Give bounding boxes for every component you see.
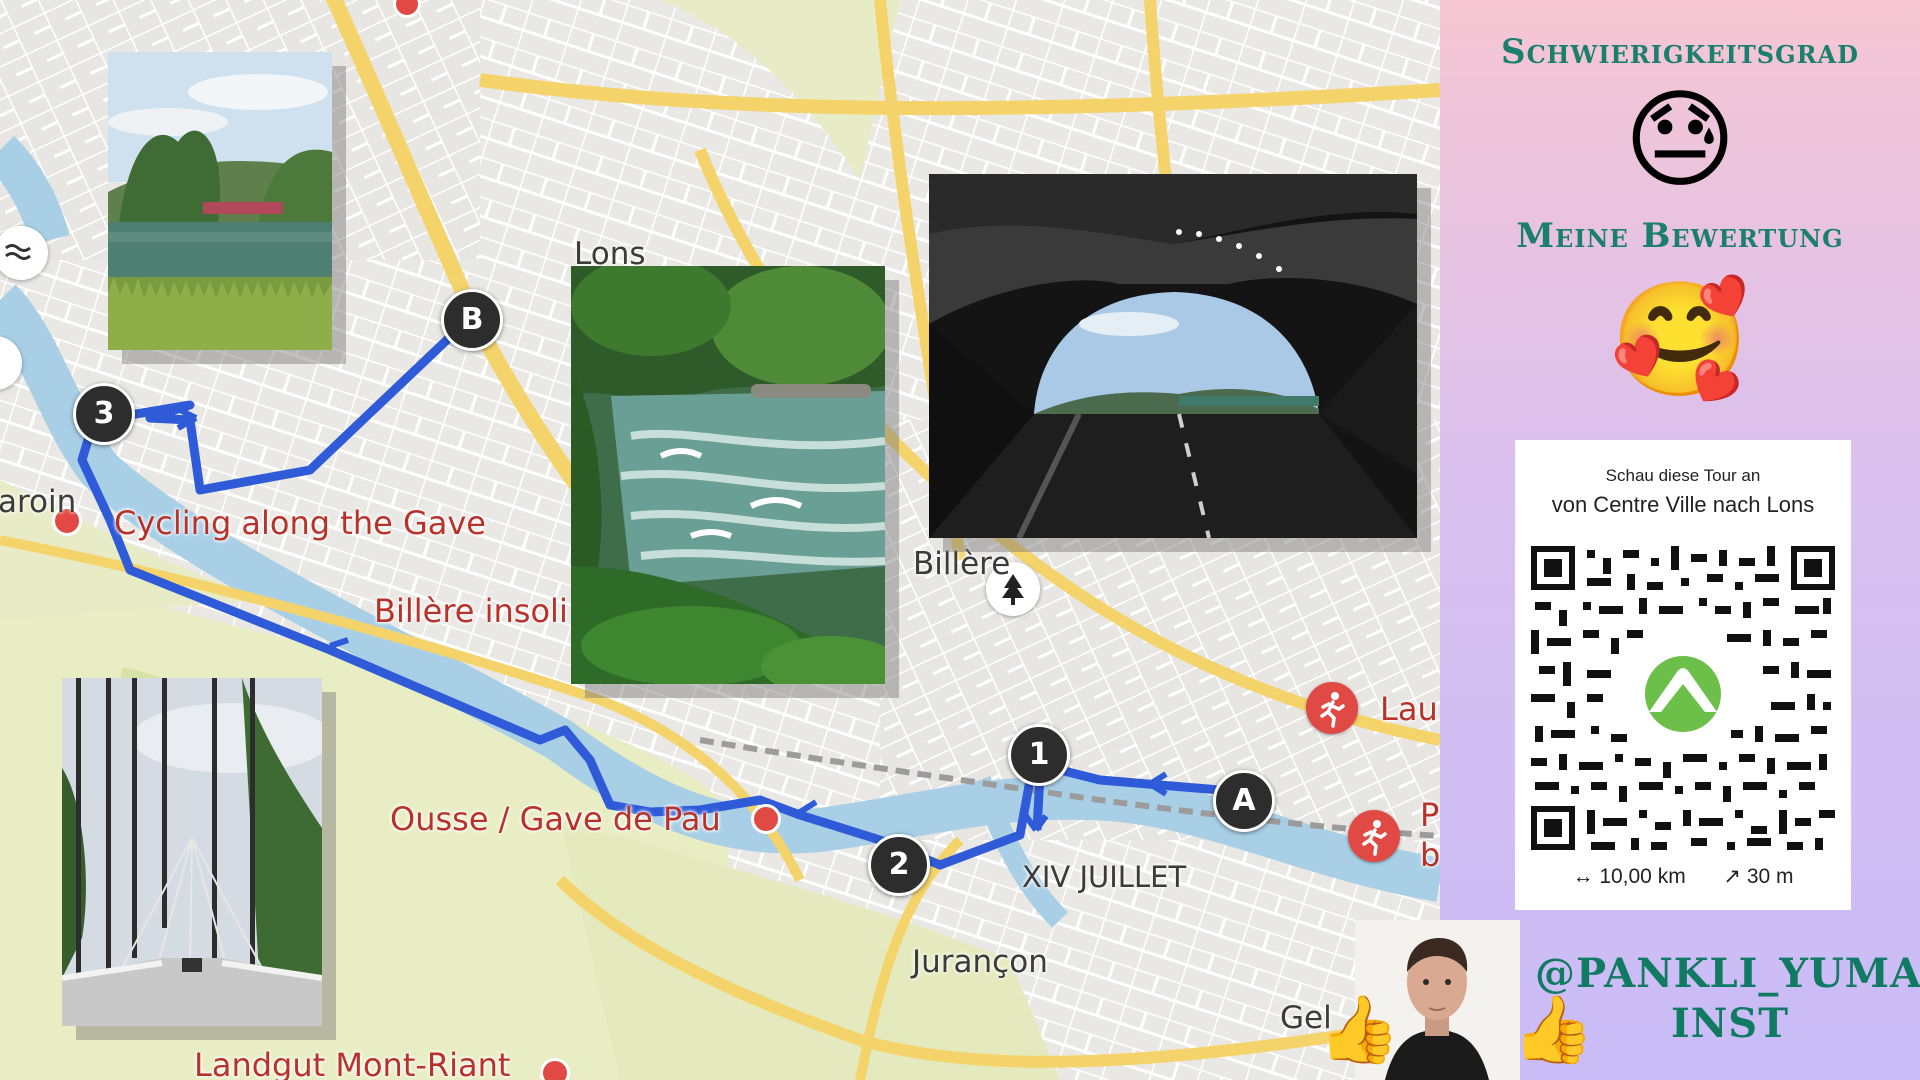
place-label-jurancon: Jurançon: [912, 944, 1048, 980]
rating-emoji-icon: 🥰: [1610, 275, 1750, 405]
tour-title: von Centre Ville nach Lons: [1551, 492, 1815, 517]
poi-label-cycling[interactable]: Cycling along the Gave: [114, 504, 486, 542]
runner-icon[interactable]: [1348, 810, 1400, 862]
rating-heading: Meine Bewertung: [1516, 216, 1844, 256]
qr-code[interactable]: [1531, 546, 1835, 850]
place-label-billere: Billère: [913, 546, 1011, 582]
waypoint-3-marker[interactable]: 3: [73, 383, 135, 445]
poi-label-lau[interactable]: Lau: [1380, 690, 1438, 728]
qr-intro-text: Schau diese Tour an: [1605, 466, 1761, 485]
lake-photo: [108, 52, 332, 350]
route-end-marker[interactable]: B: [441, 289, 503, 351]
poi-label-b[interactable]: b: [1420, 836, 1440, 874]
poi-label-p[interactable]: P: [1420, 796, 1439, 834]
distance-icon: ↔: [1572, 865, 1594, 888]
qr-card[interactable]: Schau diese Tour an von Centre Ville nac…: [1515, 440, 1851, 910]
river-rapids-photo: [571, 266, 885, 684]
elevation-value: 30 m: [1746, 865, 1794, 888]
distance-value: 10,00 km: [1599, 865, 1686, 888]
info-sidebar: Schwierigkeitsgrad 😓 Meine Bewertung 🥰 S…: [1440, 0, 1920, 1080]
elevation-icon: ↗: [1723, 865, 1741, 888]
poi-label-billere-insolite[interactable]: Billère insoli: [374, 592, 568, 630]
thumbs-up-left-icon: 👍: [1318, 991, 1401, 1068]
komoot-logo-icon: [1645, 656, 1721, 732]
poi-pin-icon[interactable]: [751, 804, 781, 834]
poi-pin-icon[interactable]: [540, 1058, 570, 1080]
suspension-bridge-photo: [62, 678, 322, 1026]
route-map[interactable]: B A 1 2 3 Lons Billère XIV JUILLET Juran…: [0, 0, 1440, 1080]
route-start-marker[interactable]: A: [1213, 770, 1275, 832]
poi-label-landgut[interactable]: Landgut Mont-Riant: [194, 1046, 510, 1080]
tour-stats: ↔ 10,00 km ↗ 30 m: [1515, 864, 1851, 889]
river-icon[interactable]: [0, 226, 48, 280]
difficulty-emoji-icon: 😓: [1623, 78, 1737, 203]
runner-icon[interactable]: [1306, 682, 1358, 734]
waypoint-2-marker[interactable]: 2: [868, 834, 930, 896]
place-label-laroin: aroin: [0, 484, 77, 520]
place-label-xiv-juillet: XIV JUILLET: [1022, 860, 1187, 894]
poi-label-ousse[interactable]: Ousse / Gave de Pau: [390, 800, 721, 838]
thumbs-up-right-icon: 👍: [1512, 991, 1595, 1068]
tunnel-photo: [929, 174, 1417, 538]
waypoint-1-marker[interactable]: 1: [1008, 724, 1070, 786]
difficulty-heading: Schwierigkeitsgrad: [1501, 32, 1859, 72]
